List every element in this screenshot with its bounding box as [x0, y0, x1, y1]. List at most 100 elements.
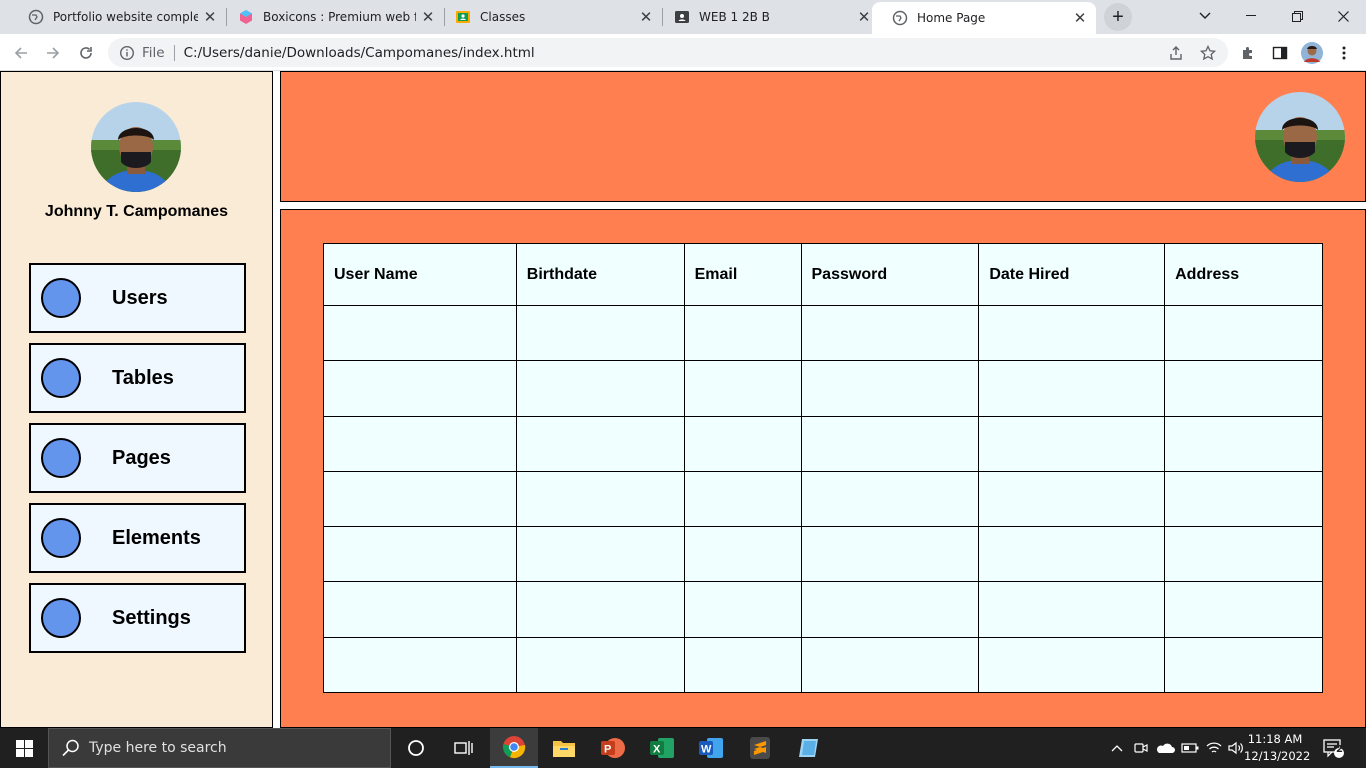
- app-icon[interactable]: [785, 728, 833, 768]
- boxicons-cube-icon: [238, 9, 254, 25]
- search-icon: [61, 738, 81, 758]
- table-cell: [1164, 360, 1323, 417]
- table-cell: [1164, 581, 1323, 638]
- column-header-address: Address: [1164, 243, 1323, 306]
- table-cell: [515, 304, 685, 362]
- wifi-icon[interactable]: [1204, 738, 1224, 758]
- header-avatar[interactable]: [1255, 92, 1345, 182]
- onedrive-cloud-icon[interactable]: [1154, 738, 1176, 758]
- table-cell: [683, 415, 802, 472]
- globe-icon: [28, 9, 44, 25]
- users-table: User Name Birthdate Email Password Date …: [323, 243, 1323, 694]
- powerpoint-icon[interactable]: P: [589, 728, 637, 768]
- meet-now-icon[interactable]: [1132, 738, 1150, 758]
- excel-icon[interactable]: X: [638, 728, 686, 768]
- table-header-row: User Name Birthdate Email Password Date …: [323, 243, 1323, 306]
- table-cell: [978, 304, 1166, 362]
- search-placeholder: Type here to search: [89, 740, 227, 756]
- battery-icon[interactable]: [1180, 738, 1200, 758]
- table-cell: [323, 636, 517, 694]
- side-panel-icon[interactable]: [1268, 41, 1292, 65]
- browser-tab[interactable]: WEB 1 2B B ✕: [654, 0, 880, 34]
- sublime-text-icon[interactable]: [736, 728, 784, 768]
- address-bar[interactable]: File C:/Users/danie/Downloads/Campomanes…: [108, 38, 1228, 67]
- column-header-date-hired: Date Hired: [978, 243, 1166, 306]
- google-classroom-icon: [455, 9, 471, 25]
- svg-text:P: P: [604, 744, 611, 756]
- extensions-puzzle-icon[interactable]: [1236, 41, 1260, 65]
- table-row: [323, 304, 1323, 362]
- nav-item-settings[interactable]: Settings: [29, 583, 246, 653]
- minimize-icon[interactable]: [1228, 0, 1274, 32]
- tab-search-chevron-icon[interactable]: [1182, 0, 1228, 32]
- nav-item-pages[interactable]: Pages: [29, 423, 246, 493]
- nav-item-label: Tables: [112, 366, 174, 389]
- globe-icon: [892, 10, 908, 26]
- word-icon[interactable]: W: [687, 728, 735, 768]
- table-row: [323, 526, 1323, 583]
- profile-avatar-icon[interactable]: [1300, 41, 1324, 65]
- cortana-circle-icon[interactable]: [392, 728, 440, 768]
- table-cell: [515, 470, 685, 528]
- nav-item-elements[interactable]: Elements: [29, 503, 246, 573]
- menu-kebab-icon[interactable]: [1332, 41, 1356, 65]
- browser-tab[interactable]: Portfolio website complete ✕: [8, 0, 226, 34]
- table-cell: [800, 415, 980, 472]
- table-cell: [323, 415, 517, 472]
- browser-tab[interactable]: Boxicons : Premium web frien ✕: [218, 0, 444, 34]
- file-explorer-icon[interactable]: [540, 728, 588, 768]
- tab-title: Boxicons : Premium web frien: [263, 10, 416, 24]
- column-header-password: Password: [800, 243, 980, 306]
- tab-close-icon[interactable]: ✕: [1068, 6, 1092, 30]
- table-cell: [978, 526, 1166, 583]
- table-cell: [515, 581, 685, 638]
- page-viewport: Johnny T. Campomanes Users Tables Pages …: [0, 71, 1366, 728]
- show-hidden-icons-chevron-icon[interactable]: [1108, 738, 1126, 758]
- table-cell: [683, 360, 802, 417]
- table-cell: [683, 581, 802, 638]
- taskbar-search-box[interactable]: Type here to search: [48, 728, 391, 768]
- table-cell: [683, 636, 802, 694]
- table-row: [323, 470, 1323, 528]
- tab-title: Portfolio website complete: [53, 10, 198, 24]
- browser-tab[interactable]: Classes ✕: [435, 0, 662, 34]
- table-body: [323, 304, 1323, 694]
- table-cell: [683, 470, 802, 528]
- close-window-icon[interactable]: [1320, 0, 1366, 32]
- table-cell: [978, 360, 1166, 417]
- contact-card-icon: [674, 9, 690, 25]
- address-separator: [173, 44, 175, 61]
- new-tab-button[interactable]: +: [1104, 3, 1132, 31]
- reload-icon[interactable]: [71, 38, 101, 68]
- notification-count-badge: 2: [1336, 744, 1343, 755]
- tab-title: Classes: [480, 10, 526, 24]
- restore-icon[interactable]: [1274, 0, 1320, 32]
- table-row: [323, 415, 1323, 472]
- nav-item-label: Users: [112, 286, 168, 309]
- notification-center-icon[interactable]: 2: [1318, 736, 1348, 760]
- table-cell: [1164, 304, 1323, 362]
- table-cell: [515, 415, 685, 472]
- table-cell: [800, 304, 980, 362]
- share-icon[interactable]: [1164, 41, 1188, 65]
- column-header-birthdate: Birthdate: [515, 243, 685, 306]
- nav-item-users[interactable]: Users: [29, 263, 246, 333]
- table-cell: [1164, 526, 1323, 583]
- browser-toolbar: File C:/Users/danie/Downloads/Campomanes…: [0, 34, 1366, 71]
- clock-date: 12/13/2022: [1244, 749, 1311, 763]
- windows-start-icon[interactable]: [0, 728, 48, 768]
- table-cell: [323, 470, 517, 528]
- forward-arrow-icon[interactable]: [38, 38, 68, 68]
- task-view-icon[interactable]: [440, 728, 488, 768]
- nav-item-tables[interactable]: Tables: [29, 343, 246, 413]
- table-cell: [1164, 636, 1323, 694]
- taskbar-clock[interactable]: 11:18 AM 12/13/2022: [1244, 731, 1311, 765]
- info-icon[interactable]: [119, 45, 135, 61]
- table-cell: [323, 360, 517, 417]
- back-arrow-icon[interactable]: [6, 38, 36, 68]
- chrome-icon[interactable]: [490, 728, 538, 768]
- url-text[interactable]: C:/Users/danie/Downloads/Campomanes/inde…: [184, 45, 535, 61]
- volume-speaker-icon[interactable]: [1226, 738, 1246, 758]
- browser-tab-active[interactable]: Home Page ✕: [872, 2, 1096, 34]
- bookmark-star-icon[interactable]: [1196, 41, 1220, 65]
